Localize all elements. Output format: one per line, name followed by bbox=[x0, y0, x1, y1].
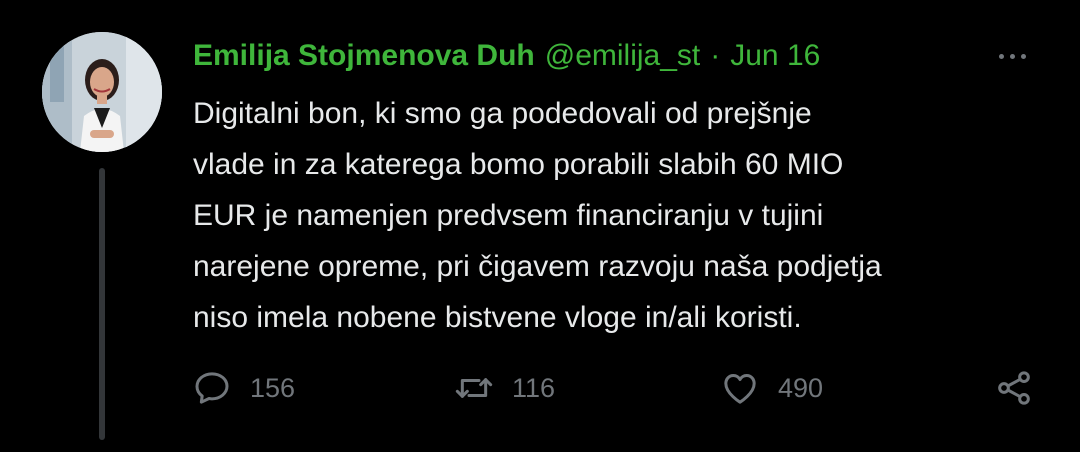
share-button[interactable] bbox=[994, 360, 1034, 416]
author-name[interactable]: Emilija Stojmenova Duh bbox=[193, 39, 535, 73]
author-handle[interactable]: @emilija_st bbox=[545, 39, 701, 73]
tweet-text-line: Digitalni bon, ki smo ga podedovali od p… bbox=[193, 97, 812, 130]
like-count: 490 bbox=[778, 372, 824, 403]
tweet-text: Digitalni bon, ki smo ga podedovali od p… bbox=[193, 88, 1053, 343]
tweet-header: Emilija Stojmenova Duh @emilija_st · Jun… bbox=[193, 36, 820, 76]
retweet-arrows-icon bbox=[455, 378, 493, 398]
reply-button[interactable]: 156 bbox=[192, 360, 295, 416]
tweet-text-line: niso imela nobene bistvene vloge in/ali … bbox=[193, 301, 802, 334]
retweet-button[interactable]: 116 bbox=[454, 360, 555, 416]
heart-icon bbox=[724, 374, 756, 404]
action-bar: 156 116 490 bbox=[0, 360, 1080, 416]
like-button[interactable]: 490 bbox=[720, 360, 823, 416]
reply-count: 156 bbox=[250, 372, 296, 403]
retweet-count: 116 bbox=[512, 372, 556, 403]
tweet-text-line: narejene opreme, pri čigavem razvoju naš… bbox=[193, 250, 882, 283]
share-nodes-icon bbox=[998, 371, 1030, 405]
tweet-text-line: vlade in za katerega bomo porabili slabi… bbox=[193, 148, 844, 181]
tweet-date[interactable]: Jun 16 bbox=[730, 39, 820, 73]
separator-dot: · bbox=[710, 39, 721, 72]
speech-bubble-icon bbox=[195, 372, 229, 404]
avatar[interactable] bbox=[42, 32, 162, 152]
more-dots-icon[interactable] bbox=[988, 42, 1036, 70]
avatar-photo bbox=[42, 32, 162, 152]
tweet-text-line: EUR je namenjen predvsem financiranju v … bbox=[193, 199, 824, 232]
